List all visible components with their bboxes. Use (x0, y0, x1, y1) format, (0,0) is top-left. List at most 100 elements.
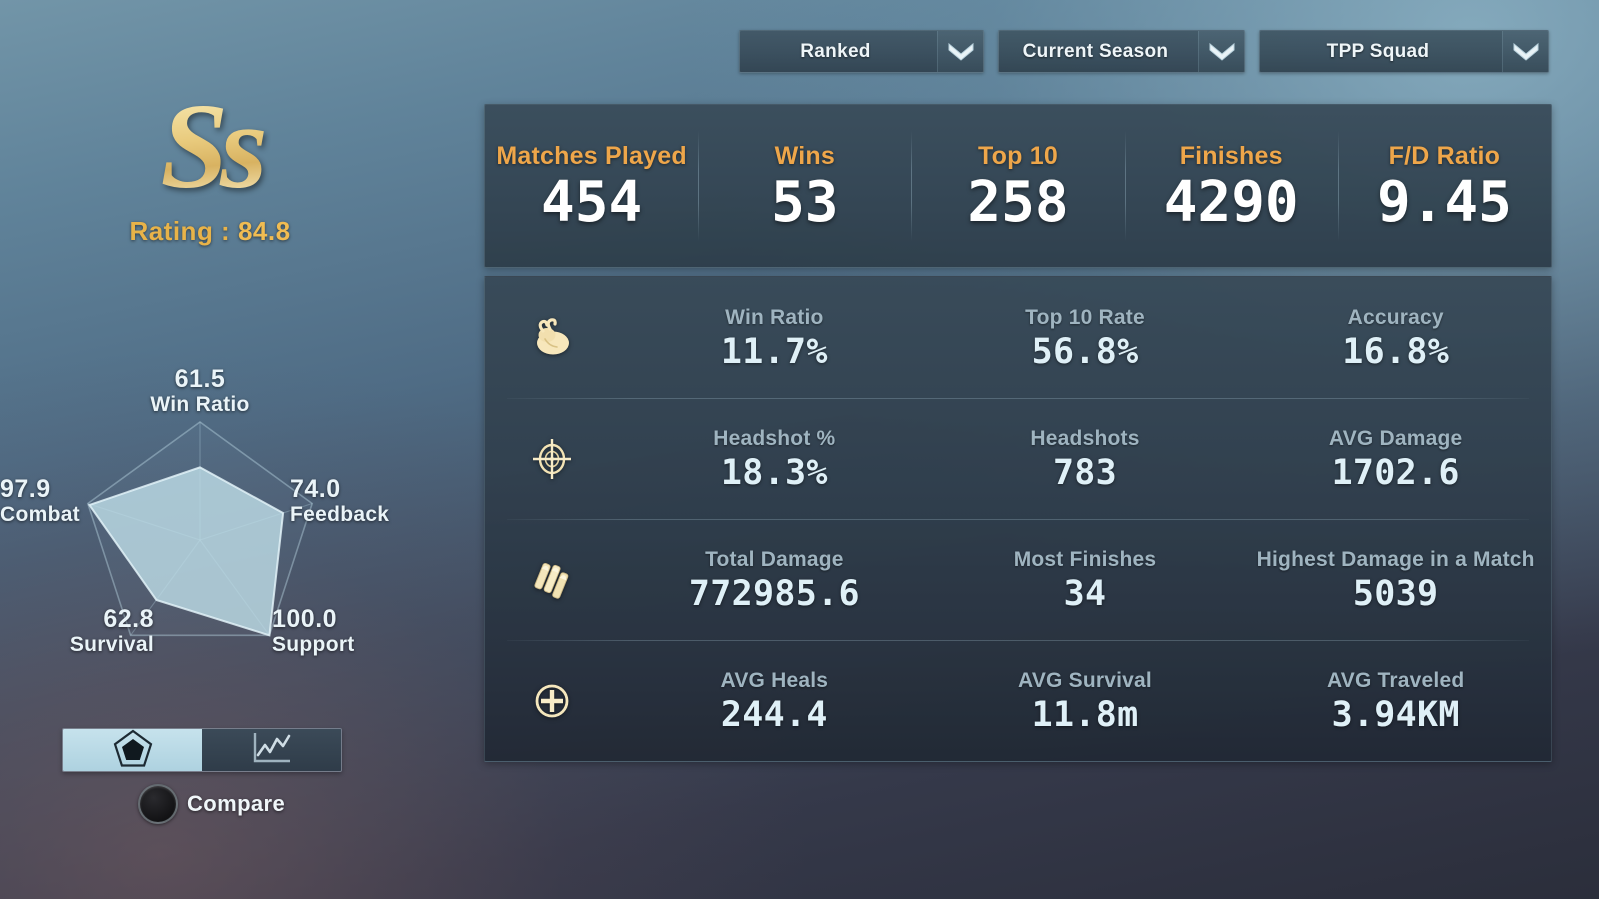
radar-value-win-ratio: 61.5 (174, 365, 226, 393)
stat-label: Headshot % (713, 426, 836, 450)
summary-label: Finishes (1179, 141, 1283, 170)
dropdown-mode[interactable]: TPP Squad (1259, 30, 1549, 73)
stat-label: AVG Survival (1018, 668, 1152, 692)
rating-value: 84.8 (237, 216, 291, 246)
toggle-line-view[interactable] (202, 729, 341, 771)
summary-value: 454 (541, 169, 643, 235)
stat-value: 244.4 (720, 694, 828, 735)
summary-label: F/D Ratio (1388, 141, 1501, 170)
stat-avg-survival: AVG Survival 11.8m (930, 669, 1241, 733)
dropdown-ranked[interactable]: Ranked (739, 30, 984, 73)
stat-headshot-percent: Headshot % 18.3% (619, 427, 930, 491)
pentagon-radar-icon (112, 729, 154, 771)
stat-total-damage: Total Damage 772985.6 (619, 548, 930, 612)
stat-most-finishes: Most Finishes 34 (930, 548, 1241, 612)
rank-badge: Ss Rating : 84.8 (0, 86, 420, 247)
radar-value-support: 100.0 (272, 605, 338, 633)
summary-label: Matches Played (496, 141, 687, 170)
chicken-dinner-icon (485, 317, 619, 358)
chevron-down-icon[interactable] (1502, 31, 1548, 72)
first-aid-icon (485, 678, 619, 724)
stat-top-10-rate: Top 10 Rate 56.8% (930, 306, 1241, 370)
stats-row-support: AVG Heals 244.4 AVG Survival 11.8m AVG T… (485, 640, 1551, 761)
summary-label: Top 10 (978, 141, 1058, 170)
crosshair-icon (485, 436, 619, 482)
dropdown-mode-label: TPP Squad (1326, 40, 1430, 62)
stat-value: 1702.6 (1331, 452, 1460, 493)
radar-name-feedback: Feedback (290, 503, 390, 526)
stat-value: 5039 (1352, 573, 1439, 614)
stat-label: Total Damage (705, 547, 844, 571)
stat-highest-damage-in-a-match: Highest Damage in a Match 5039 (1240, 548, 1551, 612)
stat-avg-heals: AVG Heals 244.4 (619, 669, 930, 733)
stat-label: Most Finishes (1013, 547, 1157, 571)
stat-label: AVG Damage (1328, 426, 1463, 450)
stat-value: 56.8% (1031, 331, 1139, 372)
stat-label: Top 10 Rate (1025, 305, 1145, 329)
radar-chart: 61.5 Win Ratio 74.0 Feedback 100.0 Suppo… (0, 350, 430, 690)
summary-cell-finishes: Finishes 4290 (1124, 105, 1338, 267)
summary-value: 4290 (1163, 169, 1299, 235)
radar-label-survival: 62.8 Survival (14, 605, 154, 657)
summary-cell-top-10: Top 10 258 (911, 105, 1124, 267)
summary-cell-wins: Wins 53 (698, 105, 911, 267)
stat-value: 34 (1063, 573, 1107, 614)
radar-name-combat: Combat (0, 503, 80, 526)
stats-row-damage: Total Damage 772985.6 Most Finishes 34 H… (485, 519, 1551, 640)
summary-value: 53 (771, 169, 839, 235)
radar-name-win-ratio: Win Ratio (150, 393, 250, 416)
rating-label: Rating : (129, 216, 231, 246)
rank-tier-letters: Ss (0, 86, 420, 208)
stat-label: Headshots (1030, 426, 1140, 450)
stat-label: Win Ratio (725, 305, 824, 329)
stat-value: 16.8% (1342, 331, 1450, 372)
radar-value-combat: 97.9 (0, 475, 51, 503)
stats-row-headshot: Headshot % 18.3% Headshots 783 AVG Damag… (485, 398, 1551, 519)
compare-label: Compare (187, 791, 286, 816)
summary-stats-panel: Matches Played 454 Wins 53 Top 10 258 Fi… (484, 104, 1552, 268)
compare-toggle-knob[interactable] (138, 784, 178, 824)
radar-name-support: Support (272, 633, 355, 656)
stat-win-ratio: Win Ratio 11.7% (619, 306, 930, 370)
toggle-radar-view[interactable] (63, 729, 202, 771)
radar-value-feedback: 74.0 (290, 475, 341, 503)
stat-value: 11.7% (720, 331, 828, 372)
summary-cell-matches-played: Matches Played 454 (485, 105, 698, 267)
summary-value: 9.45 (1376, 169, 1512, 235)
chevron-down-icon[interactable] (1198, 31, 1244, 72)
radar-label-win-ratio: 61.5 Win Ratio (105, 365, 295, 417)
compare-control[interactable]: Compare (138, 784, 285, 824)
chart-type-toggle (62, 728, 342, 772)
stat-value: 783 (1052, 452, 1118, 493)
stat-label: AVG Traveled (1326, 668, 1465, 692)
summary-value: 258 (967, 169, 1069, 235)
filter-bar: Ranked Current Season TPP Squad (739, 30, 1549, 73)
stat-headshots: Headshots 783 (930, 427, 1241, 491)
rating-line: Rating : 84.8 (0, 216, 420, 247)
dropdown-season-label: Current Season (1022, 40, 1169, 62)
dropdown-ranked-label: Ranked (800, 40, 871, 62)
stat-label: Accuracy (1347, 305, 1444, 329)
stat-value: 772985.6 (688, 573, 860, 614)
bullets-icon (485, 557, 619, 603)
stat-avg-damage: AVG Damage 1702.6 (1240, 427, 1551, 491)
stats-row-win: Win Ratio 11.7% Top 10 Rate 56.8% Accura… (485, 277, 1551, 398)
radar-label-feedback: 74.0 Feedback (290, 475, 430, 527)
radar-label-support: 100.0 Support (272, 605, 422, 657)
radar-value-survival: 62.8 (103, 605, 154, 633)
stat-label: Highest Damage in a Match (1256, 547, 1535, 571)
stat-value: 3.94KM (1331, 694, 1460, 735)
radar-name-survival: Survival (69, 633, 154, 656)
stat-value: 11.8m (1031, 694, 1139, 735)
stat-value: 18.3% (720, 452, 828, 493)
radar-label-combat: 97.9 Combat (0, 475, 130, 527)
profile-column: Ss Rating : 84.8 61.5 Win Ratio 74.0 Fee… (0, 0, 470, 899)
line-chart-icon (250, 729, 294, 771)
stat-accuracy: Accuracy 16.8% (1240, 306, 1551, 370)
stat-label: AVG Heals (720, 668, 829, 692)
stat-avg-traveled: AVG Traveled 3.94KM (1240, 669, 1551, 733)
summary-label: Wins (774, 141, 835, 170)
chevron-down-icon[interactable] (937, 31, 983, 72)
pubg-stats-screen: Ranked Current Season TPP Squad Ss Ratin… (0, 0, 1599, 899)
dropdown-season[interactable]: Current Season (998, 30, 1245, 73)
